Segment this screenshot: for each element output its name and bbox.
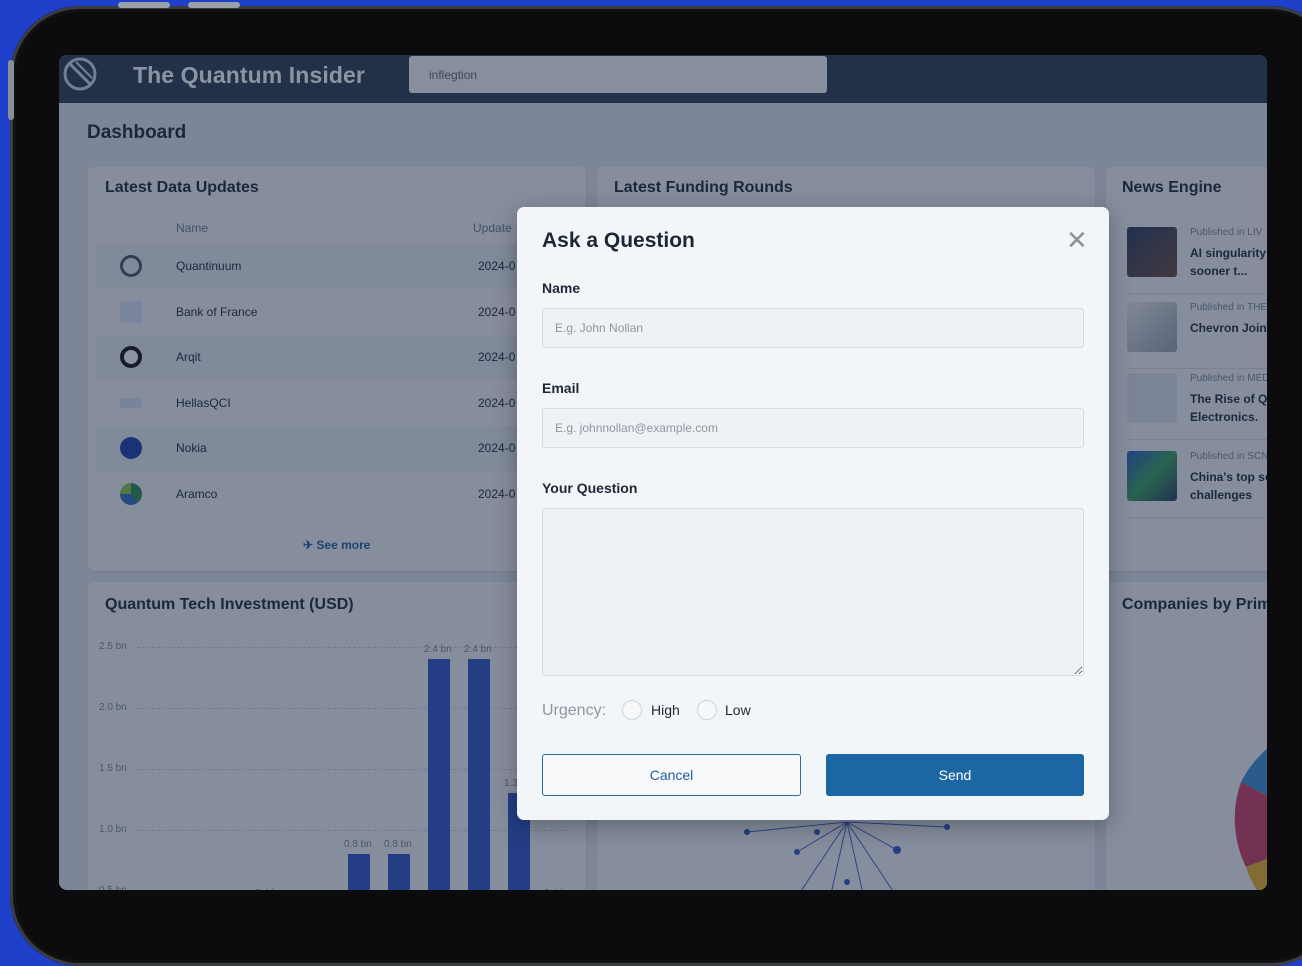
name-field[interactable] — [542, 308, 1084, 348]
volume-button — [118, 2, 170, 8]
ask-question-modal: Ask a Question ✕ Name Email Your Questio… — [517, 207, 1109, 820]
close-icon[interactable]: ✕ — [1066, 227, 1088, 253]
cancel-button[interactable]: Cancel — [542, 754, 801, 796]
urgency-low-radio[interactable] — [697, 700, 717, 720]
question-label: Your Question — [542, 480, 638, 496]
urgency-low-label[interactable]: Low — [725, 702, 751, 718]
send-button[interactable]: Send — [826, 754, 1084, 796]
email-field[interactable] — [542, 408, 1084, 448]
question-field[interactable] — [542, 508, 1084, 676]
email-label: Email — [542, 380, 580, 396]
modal-title: Ask a Question — [542, 229, 695, 252]
urgency-high-label[interactable]: High — [651, 702, 680, 718]
name-label: Name — [542, 280, 581, 296]
urgency-label: Urgency: — [542, 702, 607, 719]
volume-button-2 — [188, 2, 240, 8]
side-button — [8, 60, 14, 120]
urgency-high-radio[interactable] — [622, 700, 642, 720]
